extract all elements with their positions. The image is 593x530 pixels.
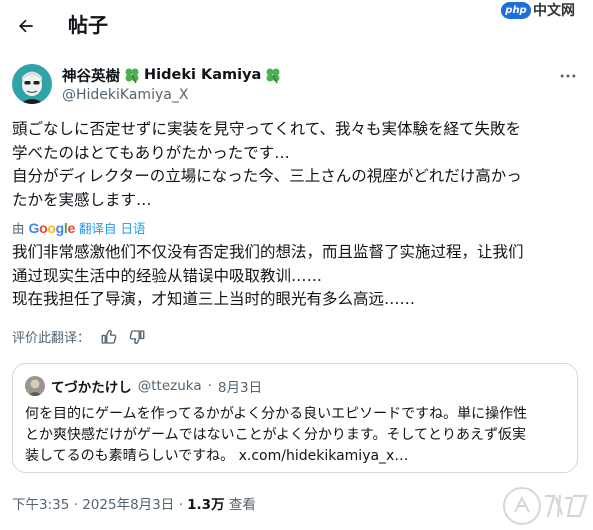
text-line: 装してるのも素晴らしいですね。 x.com/hidekikamiya_x… — [25, 448, 409, 464]
text-line: とか爽快感だけがゲームではないことがよく分かります。そしてとりあえず仮実 — [25, 427, 527, 443]
dot-separator: · — [178, 497, 188, 513]
author-avatar[interactable] — [12, 64, 52, 104]
text-line: 自分がディレクターの立場になった今、三上さんの視座がどれだけ高かっ — [12, 167, 522, 185]
author-name-jp: 神谷英樹 — [62, 68, 120, 85]
text-line: たかを実感します… — [12, 190, 152, 209]
back-button[interactable] — [8, 8, 44, 44]
quoted-author-name: てづかたけし — [51, 380, 132, 396]
rate-label: 评价此翻译： — [12, 331, 91, 346]
quoted-tweet-text: 何を目的にゲームを作ってるかがよく分かる良いエピソードですね。単に操作性 とか爽… — [25, 404, 569, 467]
translation-attribution: 由 Google 翻译自 日语 — [12, 218, 145, 237]
dot-separator: · — [73, 497, 83, 513]
clover-icon — [264, 66, 282, 84]
text-line: 通过现实生活中的经验从错误中吸取教训…… — [12, 266, 323, 285]
corner-watermark-logo — [500, 482, 592, 528]
quoted-tweet-header: てづかたけし @ttezuka · 8月3日 — [25, 376, 262, 396]
clover-icon — [123, 66, 141, 84]
text-line: 我们非常感激他们不仅没有否定我们的想法，而且监督了实施过程，让我们 — [12, 243, 524, 261]
watermark-logo: php — [501, 1, 531, 19]
text-line: 现在我担任了导演，才知道三上当时的眼光有多么高远…… — [12, 290, 416, 308]
rate-translation: 评价此翻译： — [12, 327, 146, 346]
author-name[interactable]: 神谷英樹 Hideki Kamiya — [62, 65, 282, 85]
tweet-original-text: 頭ごなしに否定せずに実装を見守ってくれて、我々も実体験を経て失敗を 学べたのはと… — [12, 118, 584, 212]
dot-separator: · — [207, 378, 212, 394]
author-handle[interactable]: @HidekiKamiya_X — [62, 86, 188, 104]
thumbs-down-icon[interactable] — [128, 328, 146, 346]
text-line: 何を目的にゲームを作ってるかがよく分かる良いエピソードですね。単に操作性 — [25, 406, 528, 422]
quoted-tweet[interactable]: てづかたけし @ttezuka · 8月3日 何を目的にゲームを作ってるかがよく… — [12, 363, 578, 473]
translated-from-link[interactable]: 翻译自 日语 — [79, 218, 145, 237]
quoted-author-avatar — [25, 376, 45, 396]
more-icon — [560, 74, 576, 78]
view-count: 1.3万 — [187, 497, 225, 513]
tweet-date[interactable]: 2025年8月3日 — [82, 497, 174, 513]
translate-by-label: 由 — [12, 221, 25, 236]
thumbs-up-icon[interactable] — [100, 328, 118, 346]
tweet-time[interactable]: 下午3:35 — [12, 497, 69, 513]
more-options-button[interactable] — [556, 64, 580, 88]
quoted-author-handle: @ttezuka — [137, 378, 202, 394]
arrow-left-icon — [19, 19, 33, 33]
quoted-date: 8月3日 — [217, 380, 263, 396]
watermark-text: 中文网 — [533, 3, 575, 19]
text-line: 学べたのはとてもありがたかったです… — [12, 143, 290, 162]
tweet-metadata: 下午3:35 · 2025年8月3日 · 1.3万 查看 — [12, 493, 256, 513]
text-line: 頭ごなしに否定せずに実装を見守ってくれて、我々も実体験を経て失敗を — [12, 120, 522, 138]
site-watermark: php 中文网 — [501, 0, 587, 20]
page-title: 帖子 — [68, 13, 108, 37]
author-name-en: Hideki Kamiya — [144, 67, 262, 83]
google-logo: Google — [28, 219, 76, 236]
tweet-translated-text: 我们非常感激他们不仅没有否定我们的想法，而且监督了实施过程，让我们 通过现实生活… — [12, 241, 584, 312]
view-label: 查看 — [228, 497, 256, 513]
